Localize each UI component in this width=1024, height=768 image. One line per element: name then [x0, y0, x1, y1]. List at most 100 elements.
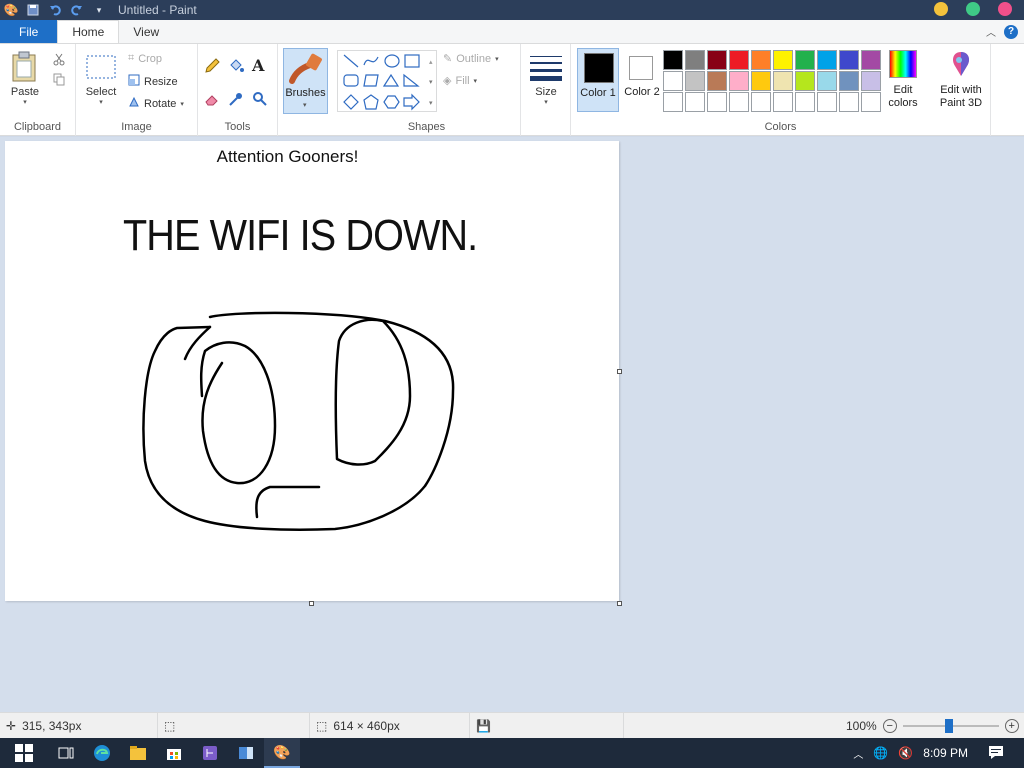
select-button[interactable]: Select ▾	[84, 50, 118, 106]
palette-swatch[interactable]	[729, 50, 749, 70]
edit-colors-button[interactable]: Edit colors	[881, 50, 925, 110]
palette-swatch[interactable]	[685, 71, 705, 91]
palette-swatch[interactable]	[729, 92, 749, 112]
clock[interactable]: 8:09 PM	[923, 746, 968, 760]
fill-button[interactable]: ◈ Fill ▾	[443, 74, 477, 88]
minimize-button[interactable]	[934, 2, 948, 16]
tab-view[interactable]: View	[119, 20, 173, 43]
palette-swatch[interactable]	[685, 50, 705, 70]
zoom-in-button[interactable]: +	[1004, 719, 1019, 733]
fill-bucket-icon[interactable]	[228, 58, 252, 77]
crop-button[interactable]: ⌗ Crop	[128, 52, 162, 65]
network-icon[interactable]: 🌐	[873, 746, 888, 760]
palette-swatch[interactable]	[773, 71, 793, 91]
palette-swatch[interactable]	[663, 71, 683, 91]
outline-button[interactable]: ✎ Outline ▾	[443, 52, 499, 66]
color2-button[interactable]: Color 2	[623, 48, 661, 112]
select-rectangle-icon	[84, 50, 118, 84]
palette-swatch[interactable]	[707, 71, 727, 91]
palette-swatch[interactable]	[663, 50, 683, 70]
palette-swatch[interactable]	[685, 92, 705, 112]
palette-swatch[interactable]	[751, 92, 771, 112]
show-hidden-icons-icon[interactable]: ︿	[853, 746, 863, 761]
rotate-button[interactable]: Rotate ▾	[128, 96, 184, 111]
edit-paint3d-button[interactable]: Edit with Paint 3D	[933, 50, 989, 110]
edge-browser-icon[interactable]	[84, 738, 120, 768]
onenote-icon[interactable]	[192, 738, 228, 768]
color1-button[interactable]: Color 1	[577, 48, 619, 112]
text-icon[interactable]: A	[252, 58, 276, 77]
palette-swatch[interactable]	[795, 50, 815, 70]
palette-swatch[interactable]	[817, 71, 837, 91]
palette-swatch[interactable]	[729, 71, 749, 91]
close-button[interactable]	[998, 2, 1012, 16]
tools-group: A Tools	[198, 44, 278, 136]
palette-swatch[interactable]	[773, 92, 793, 112]
copy-icon[interactable]	[52, 72, 66, 89]
canvas-size-icon: ⬚	[316, 719, 328, 733]
tools-group-label: Tools	[224, 121, 251, 133]
resize-handle-corner[interactable]	[617, 601, 622, 606]
palette-swatch[interactable]	[839, 71, 859, 91]
paint-taskbar-icon[interactable]: 🎨	[264, 738, 300, 768]
crop-icon: ⌗	[128, 52, 135, 64]
palette-swatch[interactable]	[839, 92, 859, 112]
outline-dropdown-icon: ▾	[495, 55, 499, 63]
window-controls	[934, 2, 1012, 16]
save-icon[interactable]	[24, 1, 42, 19]
clipboard-group: Paste ▾ Clipboard	[0, 44, 76, 136]
tab-file[interactable]: File	[0, 20, 58, 43]
paste-button[interactable]: Paste ▾	[8, 50, 42, 106]
color2-label: Color 2	[624, 86, 660, 98]
cut-icon[interactable]	[52, 52, 66, 69]
palette-swatch[interactable]	[751, 71, 771, 91]
palette-swatch[interactable]	[795, 92, 815, 112]
help-icon[interactable]: ?	[1004, 24, 1018, 39]
notifications-icon[interactable]	[988, 745, 1004, 762]
palette-swatch[interactable]	[707, 92, 727, 112]
system-tray: ︿ 🌐 🔇 8:09 PM	[853, 738, 1024, 768]
outlook-icon[interactable]	[228, 738, 264, 768]
palette-swatch[interactable]	[663, 92, 683, 112]
paint-app-icon[interactable]: 🎨	[2, 1, 20, 19]
collapse-ribbon-icon[interactable]: ︿	[986, 24, 996, 39]
resize-handle-bottom[interactable]	[309, 601, 314, 606]
palette-swatch[interactable]	[861, 50, 881, 70]
maximize-button[interactable]	[966, 2, 980, 16]
zoom-slider[interactable]	[902, 719, 999, 733]
size-button[interactable]: Size ▾	[527, 50, 565, 106]
svg-text:▾: ▾	[429, 100, 433, 107]
palette-swatch[interactable]	[707, 50, 727, 70]
palette-swatch[interactable]	[751, 50, 771, 70]
undo-icon[interactable]	[46, 1, 64, 19]
color-picker-icon[interactable]	[228, 91, 252, 110]
pencil-icon[interactable]	[204, 58, 228, 77]
drawing-canvas[interactable]: Attention Gooners! THE WIFI IS DOWN.	[5, 141, 619, 601]
brushes-button[interactable]: Brushes ▾	[283, 48, 328, 114]
file-explorer-icon[interactable]	[120, 738, 156, 768]
redo-icon[interactable]	[68, 1, 86, 19]
zoom-out-button[interactable]: −	[882, 719, 897, 733]
task-view-icon[interactable]	[48, 738, 84, 768]
palette-swatch[interactable]	[861, 71, 881, 91]
volume-muted-icon[interactable]: 🔇	[898, 746, 913, 760]
palette-swatch[interactable]	[861, 92, 881, 112]
canvas-workspace[interactable]: Attention Gooners! THE WIFI IS DOWN.	[0, 137, 1024, 712]
palette-swatch[interactable]	[839, 50, 859, 70]
shapes-gallery[interactable]: ▴ ▾ ▾	[337, 50, 437, 112]
palette-swatch[interactable]	[817, 50, 837, 70]
tab-home[interactable]: Home	[57, 20, 120, 43]
palette-swatch[interactable]	[795, 71, 815, 91]
palette-swatch[interactable]	[773, 50, 793, 70]
resize-button[interactable]: Resize	[128, 74, 178, 89]
eraser-icon[interactable]	[204, 91, 228, 110]
resize-handle-right[interactable]	[617, 369, 622, 374]
palette-swatch[interactable]	[817, 92, 837, 112]
zoom-slider-thumb[interactable]	[944, 719, 953, 733]
start-button[interactable]	[0, 738, 48, 768]
cursor-position-icon: ✛	[6, 719, 17, 733]
customize-quick-access-icon[interactable]: ▾	[90, 1, 108, 19]
magnifier-icon[interactable]	[252, 91, 276, 110]
store-icon[interactable]	[156, 738, 192, 768]
colors-group-label: Colors	[764, 121, 797, 133]
